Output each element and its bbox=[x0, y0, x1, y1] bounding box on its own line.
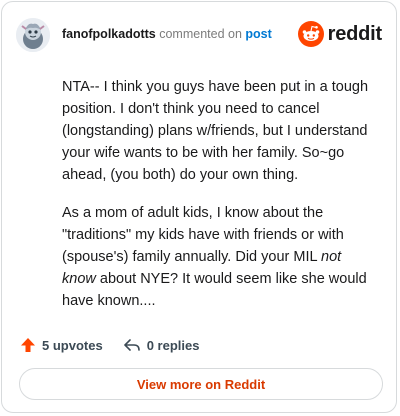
comment-paragraph-1: NTA-- I think you guys have been put in … bbox=[62, 79, 369, 183]
comment-header: fanofpolkadotts commented on post reddit bbox=[16, 16, 382, 52]
reddit-alien-icon bbox=[297, 21, 324, 47]
comment-meta: fanofpolkadotts commented on post bbox=[62, 27, 272, 41]
post-link[interactable]: post bbox=[245, 27, 271, 41]
comment-paragraph-2: As a mom of adult kids, I know about the… bbox=[62, 202, 374, 312]
reply-count: 0 replies bbox=[146, 337, 200, 353]
paragraph-2-text-start: As a mom of adult kids, I know about the… bbox=[62, 205, 344, 265]
upvote-arrow-icon bbox=[21, 338, 35, 352]
user-avatar[interactable] bbox=[16, 18, 50, 52]
upvote-button[interactable]: 5 upvotes bbox=[20, 337, 103, 353]
comment-actions: 5 upvotes 0 replies bbox=[20, 334, 219, 356]
commented-on-text: commented on bbox=[159, 27, 242, 41]
upvote-count: 5 upvotes bbox=[42, 337, 103, 353]
avatar-icon bbox=[16, 18, 50, 52]
reddit-wordmark: reddit bbox=[327, 22, 383, 45]
embedded-comment-card: fanofpolkadotts commented on post reddit… bbox=[1, 1, 397, 413]
comment-body: NTA-- I think you guys have been put in … bbox=[62, 76, 374, 328]
reddit-logo[interactable]: reddit bbox=[297, 20, 383, 48]
reply-arrow-icon bbox=[123, 339, 140, 351]
paragraph-2-text-end: about NYE? It would seem like she would … bbox=[62, 271, 367, 309]
username-link[interactable]: fanofpolkadotts bbox=[62, 27, 156, 41]
view-more-on-reddit-button[interactable]: View more on Reddit bbox=[19, 368, 383, 400]
replies-button[interactable]: 0 replies bbox=[123, 337, 200, 353]
